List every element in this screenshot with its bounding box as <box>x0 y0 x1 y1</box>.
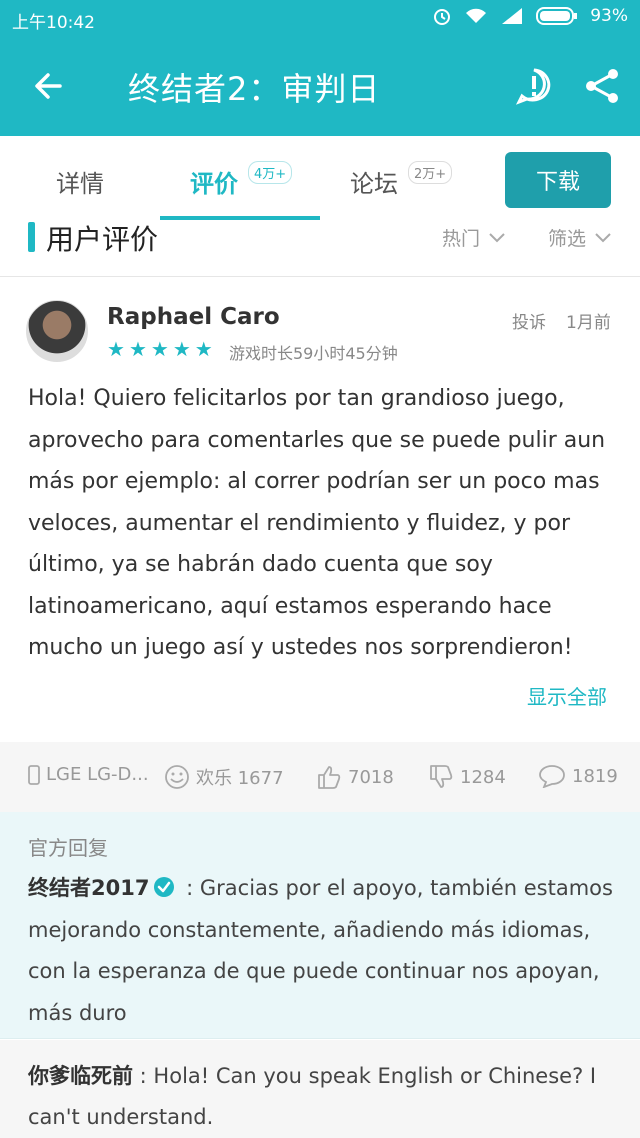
battery-icon <box>536 7 578 25</box>
wifi-icon <box>466 8 487 23</box>
official-reply-label: 官方回复 <box>28 836 108 860</box>
reply-author[interactable]: 你爹临死前 <box>28 1064 133 1088</box>
alarm-icon <box>434 9 451 25</box>
dislike-button[interactable]: 1284 <box>428 764 506 790</box>
sort-label: 热门 <box>442 228 481 250</box>
status-time: 上午10:42 <box>12 13 95 33</box>
tab-forum[interactable]: 论坛 2万+ <box>350 161 453 199</box>
fun-count: 欢乐 1677 <box>196 768 284 789</box>
tab-label: 论坛 <box>350 170 398 198</box>
download-button[interactable]: 下载 <box>505 152 611 208</box>
like-count: 7018 <box>348 766 394 788</box>
count-badge: 2万+ <box>408 161 453 184</box>
avatar[interactable] <box>26 300 88 362</box>
page-title: 终结者2：审判日 <box>128 70 381 108</box>
comment-button[interactable]: 1819 <box>538 764 618 788</box>
battery-percent: 93% <box>590 6 628 26</box>
user-reply[interactable]: 你爹临死前 : Hola! Can you speak English or C… <box>0 1040 640 1138</box>
official-author[interactable]: 终结者2017 <box>28 876 149 900</box>
review-text: Hola! Quiero felicitarlos por tan grandi… <box>28 386 606 660</box>
section-title: 用户评价 <box>46 223 159 256</box>
status-bar: 上午10:42 93% <box>0 0 640 36</box>
play-time: 游戏时长59小时45分钟 <box>229 344 398 363</box>
dislike-count: 1284 <box>460 766 506 788</box>
device-label: LGE LG-D... <box>46 764 149 785</box>
official-reply-text: 终结者2017 : Gracias por el apoyo, también … <box>28 868 613 1034</box>
star-icon: ★ <box>172 337 191 361</box>
active-tab-indicator <box>160 216 320 220</box>
filter-label: 筛选 <box>548 228 587 250</box>
star-icon: ★ <box>194 337 213 361</box>
rating-stars: ★ ★ ★ ★ ★ <box>107 339 213 359</box>
star-icon: ★ <box>128 337 147 361</box>
device-info: LGE LG-D... <box>28 764 149 785</box>
report-link[interactable]: 投诉 <box>512 308 546 333</box>
fun-reaction[interactable]: 欢乐 1677 <box>164 764 284 790</box>
back-arrow-icon[interactable] <box>30 66 70 106</box>
signal-icon <box>502 8 523 24</box>
like-button[interactable]: 7018 <box>316 764 394 790</box>
tab-label: 评价 <box>190 170 238 198</box>
tab-details[interactable]: 详情 <box>56 164 104 199</box>
filter-dropdown[interactable]: 筛选 <box>548 224 612 251</box>
comment-count: 1819 <box>572 765 618 787</box>
report-alert-icon[interactable] <box>514 66 554 106</box>
comment-bubble-icon <box>539 765 565 788</box>
share-icon[interactable] <box>582 66 622 106</box>
count-badge: 4万+ <box>248 161 293 184</box>
section-accent-bar <box>28 222 35 252</box>
tab-reviews[interactable]: 评价 4万+ <box>190 161 293 199</box>
star-icon: ★ <box>107 337 125 361</box>
review-time: 1月前 <box>566 313 611 333</box>
section-header: 用户评价 热门 筛选 <box>0 222 640 277</box>
chevron-down-icon <box>489 232 505 242</box>
verified-badge-icon <box>154 877 175 897</box>
app-bar: 终结者2：审判日 <box>0 36 640 136</box>
official-reply: 官方回复 终结者2017 : Gracias por el apoyo, tam… <box>0 812 640 1039</box>
tab-label: 详情 <box>56 170 104 198</box>
sort-dropdown[interactable]: 热门 <box>442 224 506 251</box>
tab-bar: 详情 评价 4万+ 论坛 2万+ 下载 <box>0 136 640 223</box>
star-icon: ★ <box>150 337 169 361</box>
smiley-icon <box>165 765 189 789</box>
chevron-down-icon <box>595 232 611 242</box>
phone-icon <box>28 764 40 785</box>
show-all-link[interactable]: 显示全部 <box>527 681 607 710</box>
thumbs-down-icon <box>430 765 453 788</box>
review-stats-bar: LGE LG-D... 欢乐 1677 7018 1284 1819 <box>0 742 640 812</box>
user-reply-text: 你爹临死前 : Hola! Can you speak English or C… <box>28 1056 613 1138</box>
review-username[interactable]: Raphael Caro <box>107 304 280 330</box>
thumbs-up-icon <box>318 766 341 789</box>
